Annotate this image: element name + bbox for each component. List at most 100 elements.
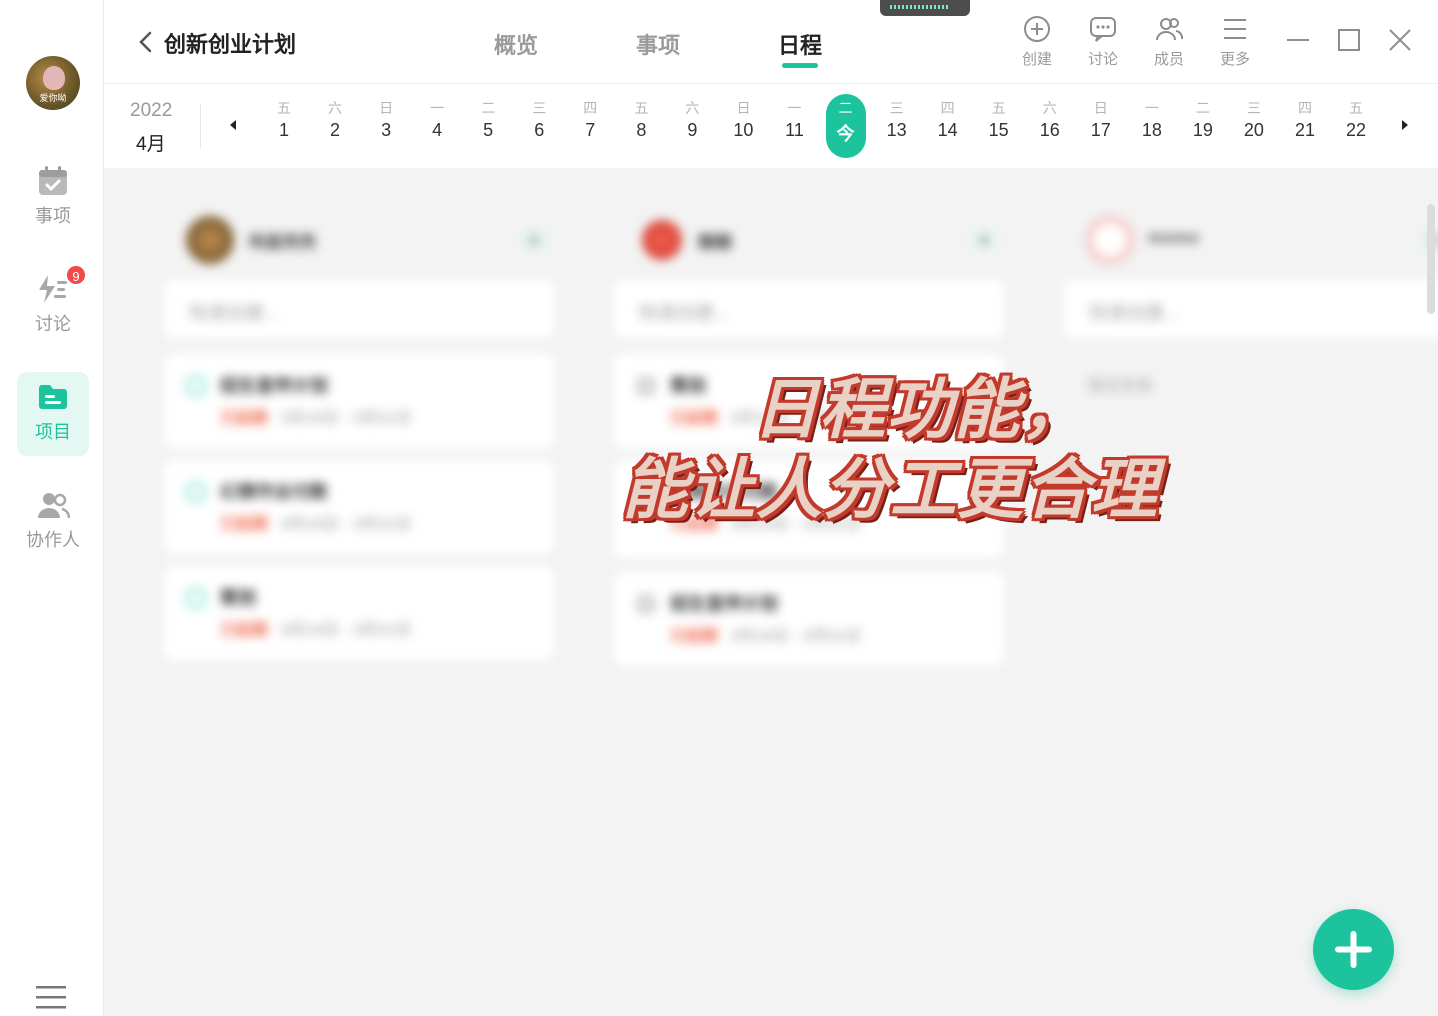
task-checkbox[interactable]: [186, 376, 206, 396]
sidebar-item-collaborators[interactable]: 协作人: [17, 480, 89, 564]
day-item[interactable]: 五 22: [1336, 98, 1376, 141]
sidebar-item-tasks[interactable]: 事项: [17, 156, 89, 240]
day-item[interactable]: 四7: [570, 98, 610, 141]
weekday-label: 四: [583, 100, 598, 116]
day-item[interactable]: 三 13: [877, 98, 917, 141]
day-item[interactable]: 三6: [519, 98, 559, 141]
day-item[interactable]: 日 17: [1081, 98, 1121, 141]
day-item[interactable]: 六9: [672, 98, 712, 141]
prev-dates-arrow-icon[interactable]: [230, 120, 236, 130]
task-card[interactable]: 幻想作业付款 已延期 3月16日 - 3月31日: [164, 460, 554, 554]
task-checkbox[interactable]: [636, 482, 656, 502]
minimize-icon[interactable]: [1284, 26, 1312, 54]
month-label[interactable]: 4月: [136, 129, 166, 156]
task-count: 0: [520, 230, 548, 250]
day-item[interactable]: 二 19: [1183, 98, 1223, 141]
task-checkbox[interactable]: [636, 594, 656, 614]
task-date: 3月16日 - 3月31日: [280, 410, 412, 427]
day-item[interactable]: 四 14: [928, 98, 968, 141]
plus-circle-icon: [1024, 16, 1050, 42]
weekday-label: 二: [481, 100, 496, 116]
column-header: momo 0: [1086, 214, 1438, 268]
day-number: 3: [381, 120, 392, 140]
day-item[interactable]: 五 15: [979, 98, 1019, 141]
weekday-label: 一: [787, 100, 802, 116]
day-number: 20: [1243, 120, 1264, 140]
day-item[interactable]: 一4: [417, 98, 457, 141]
day-item[interactable]: 五8: [621, 98, 661, 141]
task-meta: 已延期 3月16日 - 3月31日: [670, 622, 862, 646]
scrollbar-thumb[interactable]: [1427, 204, 1435, 314]
member-name: 糖糖: [698, 233, 732, 252]
member-name: momo: [1148, 228, 1199, 247]
tab-tasks[interactable]: 事项: [636, 28, 680, 60]
create-label: 创建: [1021, 51, 1052, 68]
overdue-tag: 已延期: [220, 516, 269, 533]
day-item-today[interactable]: 二今: [825, 94, 866, 158]
year-label: 2022: [130, 100, 173, 121]
task-card[interactable]: 招生宣传计划 已延期 3月16日 - 3月31日: [614, 572, 1004, 666]
hamburger-menu-icon[interactable]: [34, 984, 68, 1012]
quick-create-input[interactable]: 快速创建...: [1064, 280, 1438, 338]
add-fab-button[interactable]: [1313, 909, 1394, 990]
sidebar-item-label: 项目: [35, 422, 71, 442]
sidebar-item-projects[interactable]: 项目: [17, 372, 89, 456]
task-card[interactable]: 策划 已延期 3月16日 - 3月31日: [614, 354, 1004, 448]
day-number: 7: [585, 120, 596, 140]
unread-badge: 9: [65, 264, 87, 286]
day-item[interactable]: 日 10: [723, 98, 763, 141]
weekday-label: 三: [889, 100, 904, 116]
divider: [200, 104, 201, 148]
blurred-board: 鸡蛋壳壳 0 快速创建... 招生宣传计划 已延期 3月16日 - 3月31日 幻…: [104, 168, 1438, 1016]
back-chevron-icon[interactable]: [136, 28, 156, 56]
day-item[interactable]: 五1: [264, 98, 304, 141]
weekday-label: 日: [736, 100, 751, 116]
overdue-tag: 已延期: [670, 410, 719, 427]
create-button[interactable]: 创建: [1012, 14, 1062, 69]
members-button[interactable]: 成员: [1144, 14, 1194, 69]
tab-overview[interactable]: 概览: [494, 28, 538, 60]
overdue-tag: 已延期: [670, 516, 719, 533]
discussion-button[interactable]: 讨论: [1078, 14, 1128, 69]
day-number: 1: [278, 120, 289, 140]
day-item[interactable]: 一 18: [1132, 98, 1172, 141]
column-header: 鸡蛋壳壳 0: [186, 214, 556, 268]
task-meta: 已延期 3月16日 - 3月31日: [220, 404, 412, 428]
tab-schedule[interactable]: 日程: [778, 28, 822, 60]
day-item[interactable]: 四 21: [1285, 98, 1325, 141]
day-item[interactable]: 三 20: [1234, 98, 1274, 141]
day-item[interactable]: 一 11: [775, 98, 815, 141]
task-checkbox[interactable]: [186, 482, 206, 502]
task-date: 3月16日 - 3月31日: [280, 622, 412, 639]
day-number: 19: [1192, 120, 1213, 140]
day-item[interactable]: 日3: [366, 98, 406, 141]
maximize-icon[interactable]: [1335, 26, 1363, 54]
day-number: 8: [636, 120, 647, 140]
close-icon[interactable]: [1386, 26, 1414, 54]
task-meta: 已延期 3月16日 - 3月31日: [220, 616, 412, 640]
task-count: 0: [970, 230, 998, 250]
user-avatar[interactable]: 爱你呦: [26, 56, 80, 110]
task-title: 幻想作业付款: [670, 482, 778, 502]
weekday-label: 日: [1093, 100, 1108, 116]
member-avatar: [1086, 216, 1134, 264]
task-checkbox[interactable]: [186, 588, 206, 608]
avatar-mouse-image: [43, 66, 65, 90]
task-card[interactable]: 幻想作业付款 已延期 3月16日 - 3月31日: [614, 460, 1004, 558]
quick-create-input[interactable]: 快速创建...: [614, 280, 1004, 338]
next-dates-arrow-icon[interactable]: [1402, 120, 1408, 130]
day-item[interactable]: 六2: [315, 98, 355, 141]
task-card[interactable]: 招生宣传计划 已延期 3月16日 - 3月31日: [164, 354, 554, 448]
task-checkbox[interactable]: [636, 376, 656, 396]
people-icon: [36, 488, 71, 522]
day-item[interactable]: 二5: [468, 98, 508, 141]
member-name: 鸡蛋壳壳: [248, 233, 316, 252]
task-card[interactable]: 策划 已延期 3月16日 - 3月31日: [164, 566, 554, 660]
quick-create-input[interactable]: 快速创建...: [164, 280, 554, 338]
day-number: 13: [886, 120, 907, 140]
sidebar-item-discussion[interactable]: 9 讨论: [17, 264, 89, 348]
task-date: 3月16日 - 3月31日: [730, 516, 862, 533]
day-item[interactable]: 六 16: [1030, 98, 1070, 141]
more-button[interactable]: 更多: [1210, 14, 1260, 69]
empty-state-text: 暂无安排: [1088, 378, 1153, 395]
